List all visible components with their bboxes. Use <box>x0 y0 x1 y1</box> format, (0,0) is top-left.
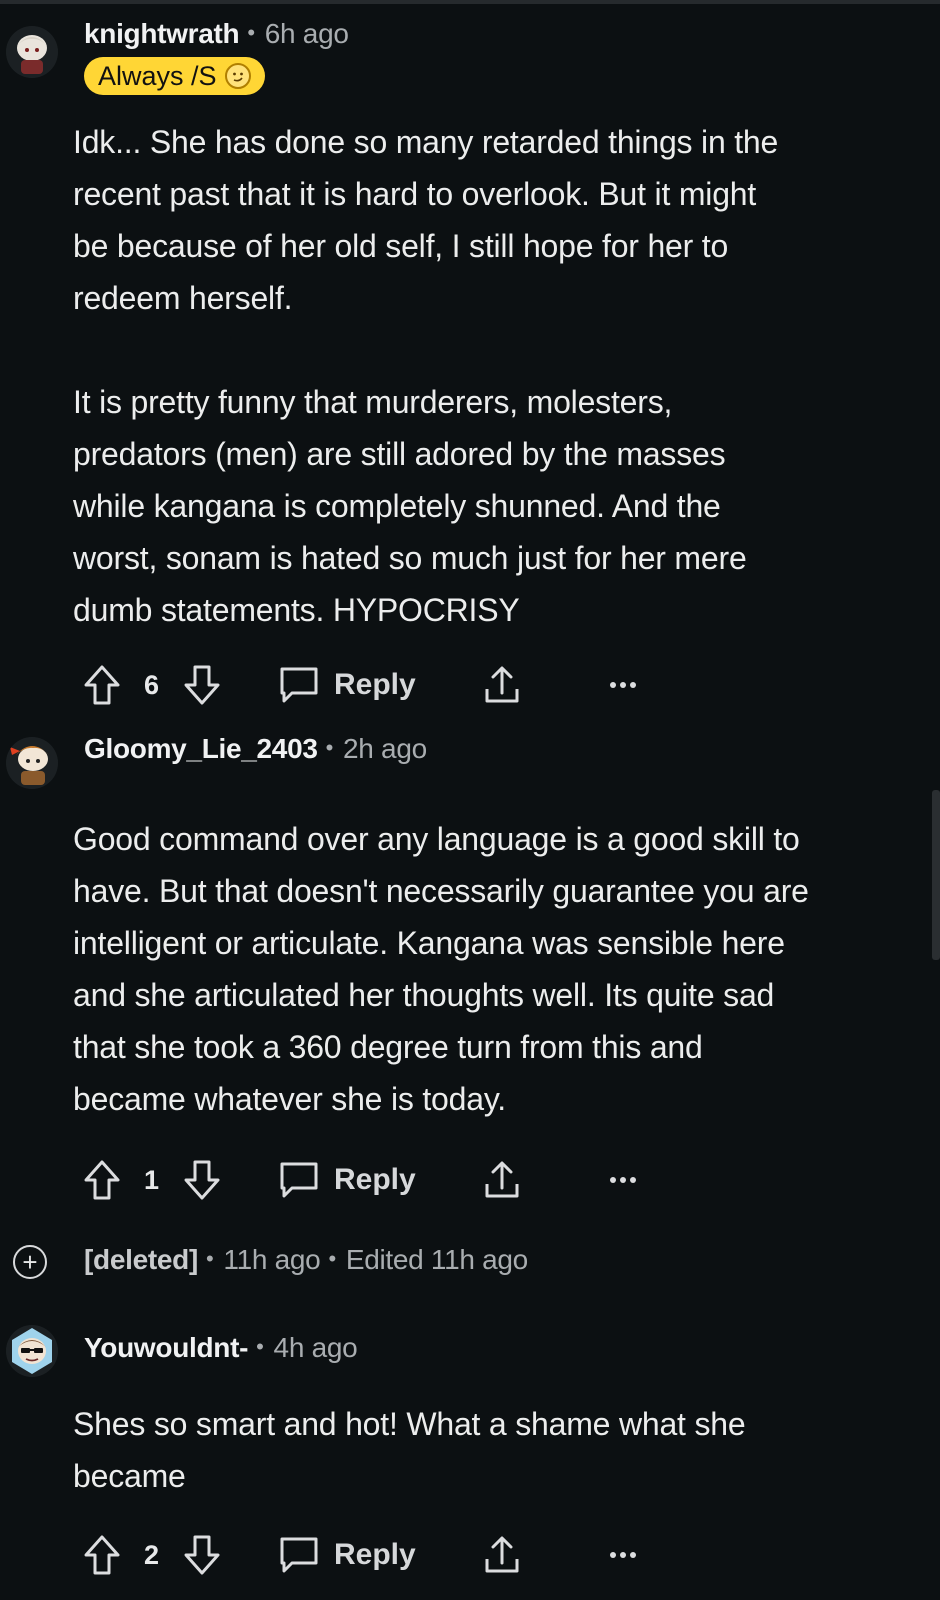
comment-author-line: Gloomy_Lie_2403 • 2h ago <box>84 733 427 765</box>
share-button[interactable] <box>482 1155 522 1205</box>
edited-label: Edited 11h ago <box>345 1244 528 1275</box>
downvote-button[interactable] <box>182 1530 222 1580</box>
share-icon <box>482 663 522 707</box>
scrollbar-thumb[interactable] <box>932 790 940 960</box>
flair-text: Always /S <box>98 60 217 91</box>
upvote-button[interactable] <box>82 660 122 710</box>
upvote-icon <box>82 663 122 707</box>
reply-icon <box>278 665 320 705</box>
ellipsis-icon <box>608 680 638 690</box>
deleted-label: [deleted] <box>84 1244 198 1275</box>
comment-author-line: Youwouldnt- • 4h ago <box>84 1332 358 1364</box>
username[interactable]: knightwrath <box>84 18 240 49</box>
reply-button[interactable]: Reply <box>278 1530 416 1580</box>
separator-dot: • <box>205 1246 214 1271</box>
share-button[interactable] <box>482 660 522 710</box>
share-icon <box>482 1533 522 1577</box>
separator-dot: • <box>256 1334 264 1359</box>
downvote-button[interactable] <box>182 660 222 710</box>
downvote-icon <box>182 1158 222 1202</box>
comment-author-line: knightwrath • 6h ago <box>84 18 349 50</box>
reply-label: Reply <box>334 668 416 701</box>
share-icon <box>482 1158 522 1202</box>
comment-actions: 6 Reply <box>82 660 642 710</box>
comment-timestamp: 11h ago <box>223 1244 321 1275</box>
more-options-button[interactable] <box>608 1155 638 1205</box>
upvote-button[interactable] <box>82 1155 122 1205</box>
vote-score: 2 <box>144 1539 160 1570</box>
separator-dot: • <box>328 1246 336 1271</box>
expand-thread-plus-icon[interactable]: + <box>13 1245 47 1279</box>
reply-label: Reply <box>334 1163 416 1196</box>
comment-body: Idk... She has done so many retarded thi… <box>73 124 779 628</box>
user-avatar[interactable] <box>6 737 58 789</box>
user-flair: Always /S <box>84 57 265 95</box>
more-options-button[interactable] <box>608 1530 638 1580</box>
reply-label: Reply <box>334 1538 416 1571</box>
reply-icon <box>278 1160 320 1200</box>
downvote-icon <box>182 1533 222 1577</box>
ellipsis-icon <box>608 1175 638 1185</box>
user-avatar[interactable] <box>6 1325 58 1377</box>
separator-dot: • <box>247 20 255 45</box>
more-options-button[interactable] <box>608 660 638 710</box>
smirk-emoji-icon <box>224 63 251 89</box>
upvote-icon <box>82 1533 122 1577</box>
user-avatar[interactable] <box>6 26 58 78</box>
upvote-button[interactable] <box>82 1530 122 1580</box>
comment-timestamp: 2h ago <box>343 733 427 764</box>
comment-body: Good command over any language is a good… <box>73 821 809 1117</box>
username[interactable]: Youwouldnt- <box>84 1332 248 1363</box>
downvote-button[interactable] <box>182 1155 222 1205</box>
comment-timestamp: 6h ago <box>264 18 349 49</box>
separator-dot: • <box>325 735 334 760</box>
comment-author-line: [deleted] • 11h ago • Edited 11h ago <box>84 1244 528 1276</box>
upvote-icon <box>82 1158 122 1202</box>
comment-actions: 2 Reply <box>82 1530 642 1580</box>
username[interactable]: Gloomy_Lie_2403 <box>84 733 318 764</box>
top-divider <box>0 0 940 4</box>
ellipsis-icon <box>608 1550 638 1560</box>
reply-icon <box>278 1535 320 1575</box>
comment-actions: 1 Reply <box>82 1155 642 1205</box>
vote-score: 6 <box>144 669 160 700</box>
reply-button[interactable]: Reply <box>278 1155 416 1205</box>
vote-score: 1 <box>144 1164 160 1195</box>
comment-body: Shes so smart and hot! What a shame what… <box>73 1406 746 1494</box>
downvote-icon <box>182 663 222 707</box>
share-button[interactable] <box>482 1530 522 1580</box>
reply-button[interactable]: Reply <box>278 660 416 710</box>
comment-timestamp: 4h ago <box>273 1332 358 1363</box>
